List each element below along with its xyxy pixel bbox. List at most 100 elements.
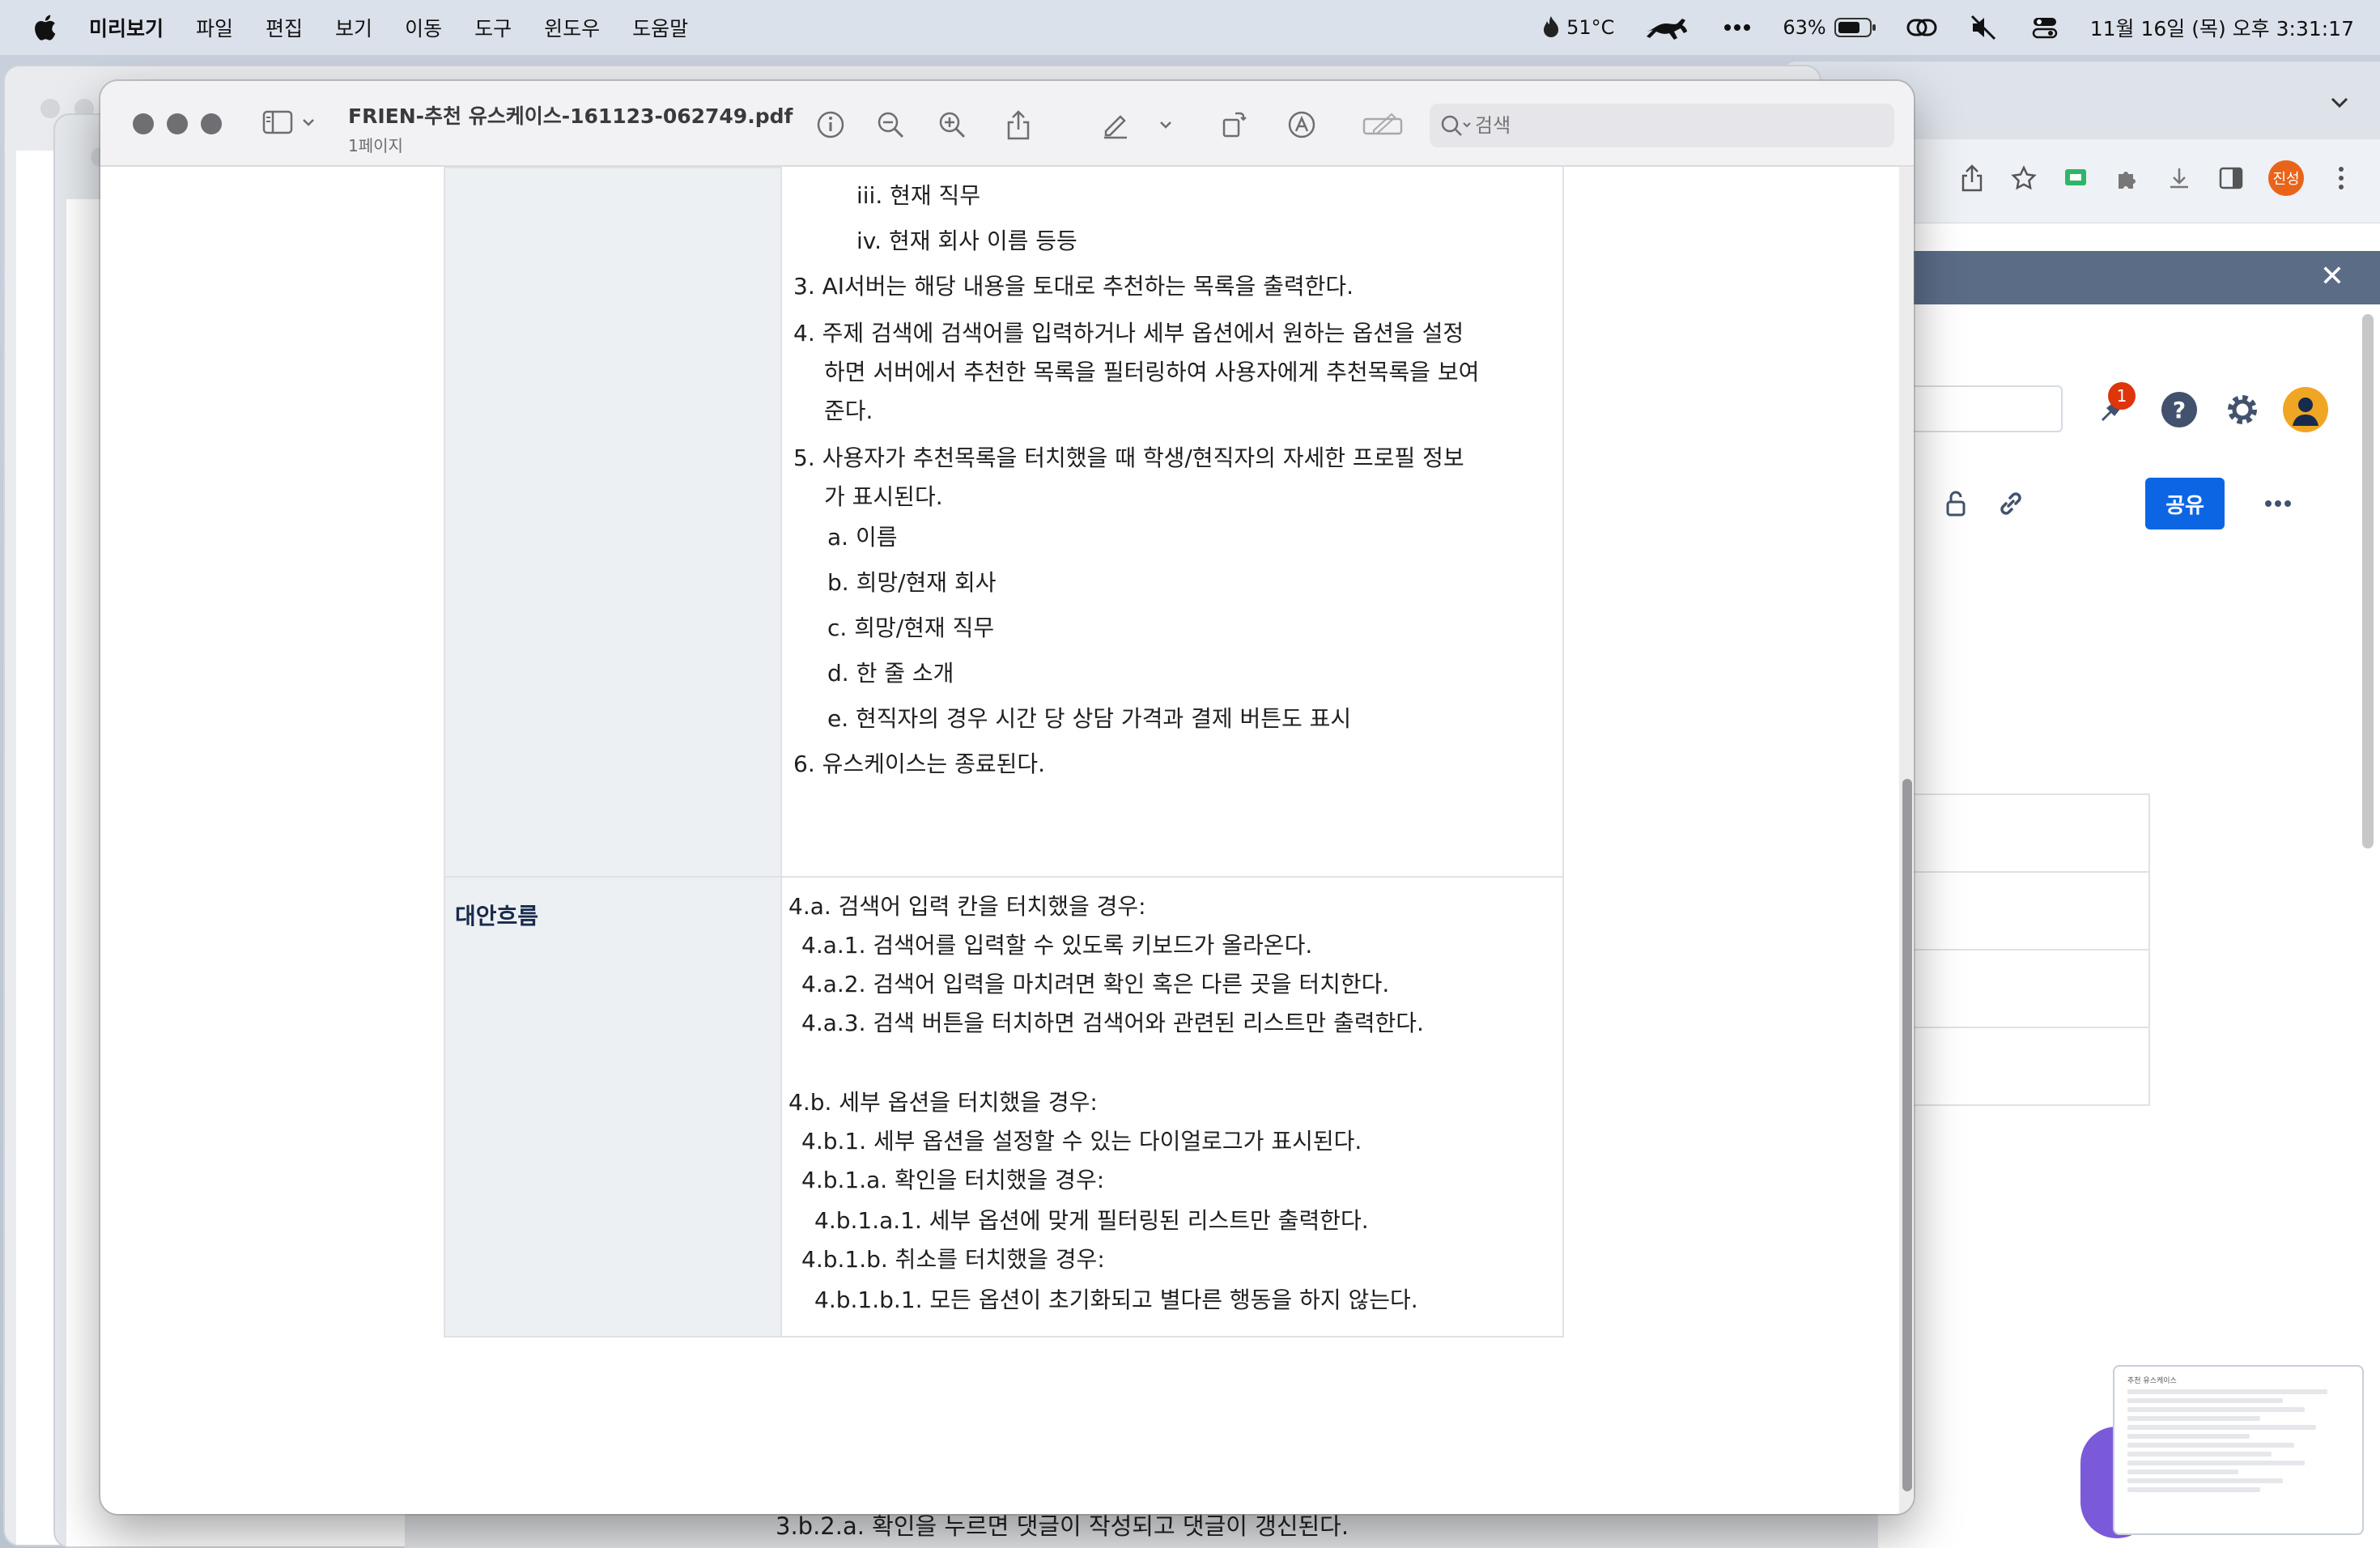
flame-icon xyxy=(1544,16,1559,37)
list-item: d. 한 줄 소개 xyxy=(827,660,954,687)
runcat-icon[interactable] xyxy=(1643,11,1692,44)
control-center-icon[interactable] xyxy=(2029,11,2061,44)
search-field[interactable] xyxy=(1430,104,1894,147)
zoom-in-icon xyxy=(939,112,966,138)
markup-button[interactable] xyxy=(1098,107,1133,142)
list-item: a. 이름 xyxy=(827,524,898,551)
preview-window: FRIEN-추천 유스케이스-161123-062749.pdf 1페이지 검색… xyxy=(100,81,1914,1514)
screen-mirroring-icon[interactable] xyxy=(1906,11,1938,44)
row-divider xyxy=(444,876,1564,878)
menu-help[interactable]: 도움말 xyxy=(632,13,688,42)
link-icon[interactable] xyxy=(1995,487,2027,520)
share-page-icon[interactable] xyxy=(1957,164,1987,193)
sign-button[interactable] xyxy=(1284,107,1320,142)
list-item: iv. 현재 회사 이름 등등 xyxy=(856,228,1077,254)
pdf-canvas: iii. 현재 직무 iv. 현재 회사 이름 등등 3. AI서버는 해당 내… xyxy=(115,167,1885,1514)
list-item: iii. 현재 직무 xyxy=(856,182,981,209)
window-controls xyxy=(133,113,222,134)
preview-titlebar: FRIEN-추천 유스케이스-161123-062749.pdf 1페이지 xyxy=(100,81,1914,167)
info-button[interactable] xyxy=(813,107,848,142)
more-actions-icon[interactable] xyxy=(2262,487,2294,520)
list-item: 5. 사용자가 추천목록을 터치했을 때 학생/현직자의 자세한 프로필 정보 xyxy=(793,444,1464,471)
profile-avatar[interactable]: 진성 xyxy=(2268,160,2304,196)
menu-tools[interactable]: 도구 xyxy=(474,13,512,42)
close-icon[interactable]: ✕ xyxy=(2320,259,2344,295)
menu-app-name[interactable]: 미리보기 xyxy=(89,13,164,42)
form-fill-button[interactable] xyxy=(1360,107,1405,142)
sidebar-toggle-button[interactable] xyxy=(262,110,316,134)
zoom-in-button[interactable] xyxy=(934,107,970,142)
scrollbar-thumb[interactable] xyxy=(1902,779,1912,1491)
list-item: c. 희망/현재 직무 xyxy=(827,615,995,641)
close-window-button[interactable] xyxy=(133,113,154,134)
zoom-window-button[interactable] xyxy=(201,113,222,134)
zoom-out-icon xyxy=(878,112,904,138)
menu-window[interactable]: 윈도우 xyxy=(544,13,600,42)
markup-options-button[interactable] xyxy=(1148,107,1184,142)
signature-icon xyxy=(1288,111,1315,138)
clock-text[interactable]: 11월 16일 (목) 오후 3:31:17 xyxy=(2090,13,2354,42)
battery-icon xyxy=(1834,18,1876,37)
thumbnail-title: 추천 유스케이스 xyxy=(2127,1377,2177,1385)
unlock-icon[interactable] xyxy=(1941,487,1974,520)
pen-icon xyxy=(1104,115,1127,139)
list-item: 준다. xyxy=(824,398,873,424)
list-item: 4.b.1.b.1. 모든 옵션이 초기화되고 별다른 행동을 하지 않는다. xyxy=(814,1286,1418,1313)
zoom-out-button[interactable] xyxy=(873,107,908,142)
minimize-window-button[interactable] xyxy=(167,113,188,134)
list-item: 4.b.1. 세부 옵션을 설정할 수 있는 다이얼로그가 표시된다. xyxy=(801,1128,1362,1155)
share-button[interactable] xyxy=(1001,107,1036,142)
side-panel-icon[interactable] xyxy=(2216,164,2246,193)
list-item: 가 표시된다. xyxy=(824,483,943,510)
battery-percent: 63% xyxy=(1783,16,1826,39)
share-button[interactable]: 공유 xyxy=(2145,478,2225,529)
status-area: 51°C 63% 11월 16일 (목) 오후 3:31:17 xyxy=(1542,0,2354,55)
list-item: 4.b.1.b. 취소를 터치했을 경우: xyxy=(801,1246,1105,1273)
table-border xyxy=(1562,167,1564,1337)
more-icon[interactable] xyxy=(1721,11,1753,44)
list-item: b. 희망/현재 회사 xyxy=(827,569,997,596)
list-item: 4.a.3. 검색 버튼을 터치하면 검색어와 관련된 리스트만 출력한다. xyxy=(801,1010,1424,1036)
list-item: 4.a.2. 검색어 입력을 마치려면 확인 혹은 다른 곳을 터치한다. xyxy=(801,971,1390,997)
gear-icon[interactable] xyxy=(2223,390,2262,429)
table-border xyxy=(444,1336,1564,1337)
list-item: 4.b.1.a. 확인을 터치했을 경우: xyxy=(801,1167,1105,1193)
document-filename[interactable]: FRIEN-추천 유스케이스-161123-062749.pdf xyxy=(348,100,793,130)
chevron-down-icon[interactable] xyxy=(2328,91,2351,113)
bookmark-star-icon[interactable] xyxy=(2009,164,2038,193)
screencast-extension-icon[interactable] xyxy=(2061,164,2090,193)
list-item: 4. 주제 검색에 검색어를 입력하거나 세부 옵션에서 원하는 옵션을 설정 xyxy=(793,320,1464,347)
search-input[interactable] xyxy=(1475,114,1864,137)
notifications-button[interactable]: 1 xyxy=(2092,382,2136,429)
usecase-table: iii. 현재 직무 iv. 현재 회사 이름 등등 3. AI서버는 해당 내… xyxy=(444,167,1564,1337)
menu-view[interactable]: 보기 xyxy=(335,13,372,42)
info-icon xyxy=(817,111,844,138)
share-icon xyxy=(1007,110,1030,140)
form-fill-icon xyxy=(1362,113,1403,135)
list-item: 6. 유스케이스는 종료된다. xyxy=(793,751,1046,777)
user-avatar[interactable] xyxy=(2283,387,2328,432)
list-item: 4.a.1. 검색어를 입력할 수 있도록 키보드가 올라온다. xyxy=(801,932,1313,959)
sidebar-icon xyxy=(262,110,293,134)
pdf-scrollbar[interactable] xyxy=(1899,167,1914,1514)
menu-bar: 미리보기 파일 편집 보기 이동 도구 윈도우 도움말 51°C 63% 11월… xyxy=(0,0,2380,55)
extensions-puzzle-icon[interactable] xyxy=(2113,164,2142,193)
browser-menu-icon[interactable] xyxy=(2327,164,2356,193)
help-button[interactable]: ? xyxy=(2161,392,2197,427)
mute-icon[interactable] xyxy=(1967,11,2000,44)
document-title-block: FRIEN-추천 유스케이스-161123-062749.pdf 1페이지 xyxy=(348,100,793,156)
list-item: 3. AI서버는 해당 내용을 토대로 추천하는 목록을 출력한다. xyxy=(793,273,1354,300)
battery-status[interactable]: 63% xyxy=(1783,16,1876,39)
list-item: 4.b.1.a.1. 세부 옵션에 맞게 필터링된 리스트만 출력한다. xyxy=(814,1207,1369,1234)
search-icon xyxy=(1441,115,1471,136)
menu-file[interactable]: 파일 xyxy=(196,13,233,42)
menu-go[interactable]: 이동 xyxy=(405,13,442,42)
rotate-button[interactable] xyxy=(1216,107,1252,142)
download-icon[interactable] xyxy=(2165,164,2194,193)
temperature-status[interactable]: 51°C xyxy=(1542,15,1614,40)
apple-menu-icon[interactable] xyxy=(32,14,57,41)
menu-edit[interactable]: 편집 xyxy=(266,13,303,42)
page-thumbnail[interactable]: 추천 유스케이스 xyxy=(2113,1365,2364,1535)
notification-badge: 1 xyxy=(2108,382,2136,410)
table-label-column xyxy=(444,167,782,1337)
